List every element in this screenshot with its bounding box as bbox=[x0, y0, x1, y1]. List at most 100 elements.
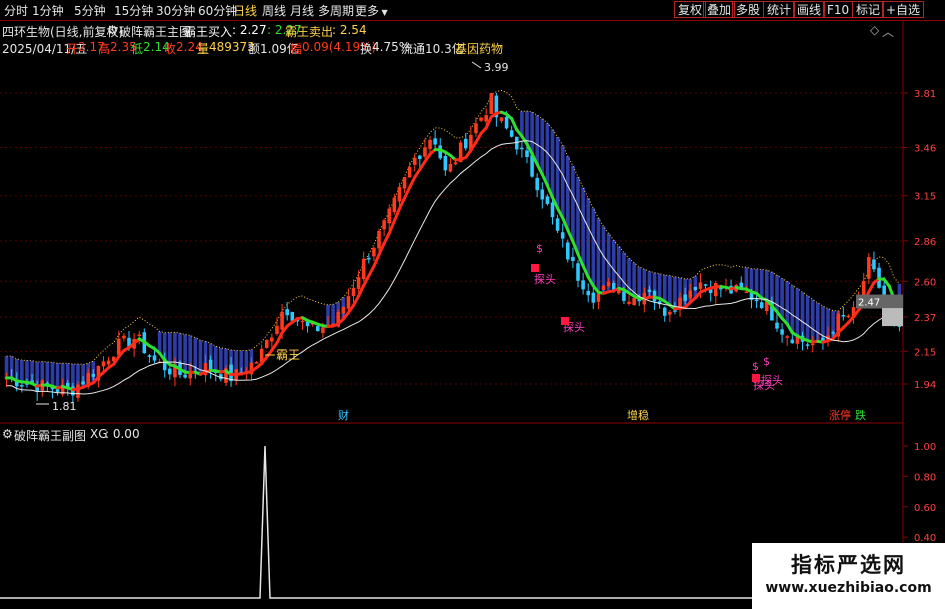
tab-1min[interactable]: 1分钟 bbox=[32, 2, 64, 19]
buy-label: 霸王买入 bbox=[184, 25, 233, 39]
candle-body bbox=[673, 310, 677, 312]
chart-canvas: 3.991.81霸王$探头探头$ $探头探头财 增稳 涨停跌 3.813.463.15… bbox=[0, 20, 936, 609]
candle-body bbox=[137, 334, 141, 337]
candle-body bbox=[489, 93, 494, 114]
candle-body bbox=[683, 294, 687, 301]
fast-ma-segment bbox=[352, 294, 361, 307]
candle-body bbox=[81, 381, 85, 385]
band-edge-line bbox=[6, 89, 900, 365]
candle-body bbox=[540, 189, 545, 200]
tab-daily[interactable]: 日线 bbox=[233, 2, 257, 19]
mark-button[interactable]: 标记 bbox=[852, 1, 885, 18]
price-tick-label: 1.94 bbox=[914, 380, 936, 391]
watermark-url: www.xuezhibiao.com bbox=[765, 580, 932, 596]
candle-body bbox=[581, 280, 585, 290]
candle-body bbox=[790, 339, 795, 344]
candle-body bbox=[407, 167, 412, 178]
candle-body bbox=[270, 337, 274, 342]
candle-body bbox=[780, 329, 784, 335]
sub-tick-label: 1.00 bbox=[914, 442, 936, 453]
draw-line-button[interactable]: 画线 bbox=[793, 1, 826, 18]
turnover-label: 换 bbox=[360, 42, 373, 56]
sub-settings-icon[interactable]: ⚙ bbox=[2, 427, 13, 441]
sub-indicator-name[interactable]: 破阵霸王副图 bbox=[14, 427, 86, 444]
candle-body bbox=[433, 138, 437, 145]
sub-tick-label: 0.60 bbox=[914, 503, 936, 514]
candle-body bbox=[662, 307, 667, 316]
candle-body bbox=[872, 259, 876, 270]
price-tick-label: 3.15 bbox=[914, 192, 936, 203]
fast-ma-segment bbox=[382, 231, 391, 245]
indicator-settings-icon[interactable]: ⚙ bbox=[107, 23, 118, 37]
tab-15min[interactable]: 15分钟 bbox=[114, 2, 153, 19]
candle-body bbox=[372, 247, 376, 257]
candle-body bbox=[122, 335, 126, 339]
tab-30min[interactable]: 30分钟 bbox=[156, 2, 195, 19]
candle-body bbox=[810, 343, 815, 346]
tab-60min[interactable]: 60分钟 bbox=[198, 2, 237, 19]
fast-ma-segment bbox=[408, 175, 417, 189]
buy-value: : 2.27 bbox=[232, 23, 267, 37]
candle-body bbox=[377, 230, 381, 249]
more-menu[interactable]: 更多 ▼ bbox=[355, 2, 388, 19]
candle-body bbox=[474, 123, 478, 134]
xg-value: : 0.00 bbox=[105, 427, 140, 441]
watermark-title: 指标严选网 bbox=[791, 553, 906, 577]
tab-multi-period[interactable]: 多周期 bbox=[318, 2, 354, 19]
tab-weekly[interactable]: 周线 bbox=[262, 2, 286, 19]
chevron-down-icon: ▼ bbox=[379, 8, 388, 17]
tantou-signal-label-4: 探头 bbox=[761, 374, 783, 387]
candle-body bbox=[361, 258, 366, 280]
sub-tick-label: 0.80 bbox=[914, 472, 936, 483]
candle-body bbox=[367, 257, 371, 260]
candle-body bbox=[55, 389, 60, 392]
price-marker-block bbox=[882, 308, 903, 327]
watermark: 指标严选网 www.xuezhibiao.com bbox=[752, 543, 945, 609]
fuquan-button[interactable]: 复权 bbox=[674, 1, 707, 18]
high-price-pointer bbox=[471, 61, 482, 69]
candle-body bbox=[841, 315, 846, 317]
multi-stock-button[interactable]: 多股 bbox=[732, 1, 765, 18]
f10-button[interactable]: F10 bbox=[823, 1, 854, 18]
sector-tag[interactable]: 基因药物 bbox=[455, 40, 503, 57]
candle-body bbox=[463, 138, 468, 149]
tab-fenshi[interactable]: 分时 bbox=[4, 2, 28, 19]
sell-value: : 2.54 bbox=[332, 23, 367, 37]
candle-body bbox=[647, 289, 652, 293]
candle-body bbox=[484, 115, 488, 122]
diamond-icon[interactable]: ◇ bbox=[870, 23, 879, 37]
toolbar: 分时 1分钟 5分钟 15分钟 30分钟 60分钟 日线 周线 月线 多周期 更… bbox=[0, 0, 945, 20]
price-tick-label: 2.37 bbox=[914, 313, 936, 324]
candle-body bbox=[571, 256, 575, 262]
candle-body bbox=[550, 202, 555, 218]
candle-body bbox=[264, 340, 269, 348]
open-label: 开 bbox=[66, 42, 79, 56]
candle-body bbox=[805, 344, 810, 346]
float-label: 流通 bbox=[401, 42, 426, 56]
price-tick-label: 3.81 bbox=[914, 89, 936, 100]
candle-body bbox=[453, 162, 458, 165]
candle-body bbox=[867, 256, 871, 279]
candle-body bbox=[397, 186, 402, 202]
tab-5min[interactable]: 5分钟 bbox=[74, 2, 106, 19]
overlay-button[interactable]: 叠加 bbox=[703, 1, 736, 18]
candle-body bbox=[479, 117, 483, 121]
candle-body bbox=[775, 322, 779, 329]
candle-body bbox=[591, 292, 596, 303]
add-watchlist-button[interactable]: +自选 bbox=[882, 1, 925, 18]
candle-body bbox=[713, 283, 718, 297]
chevron-up-icon[interactable]: ︿ bbox=[882, 23, 894, 40]
candle-body bbox=[520, 147, 524, 150]
candle-body bbox=[356, 277, 361, 289]
statistics-button[interactable]: 统计 bbox=[763, 1, 796, 18]
main-indicator-name[interactable]: 破阵霸王主图 bbox=[119, 23, 191, 40]
candle-body bbox=[566, 242, 570, 260]
low-label: 低 bbox=[131, 42, 144, 56]
toolbar-divider bbox=[0, 20, 945, 21]
candle-body bbox=[423, 147, 427, 157]
candle-body bbox=[101, 361, 106, 367]
volume-label: 量 bbox=[197, 42, 210, 56]
candle-body bbox=[91, 373, 96, 377]
candle-body bbox=[606, 281, 611, 287]
tab-monthly[interactable]: 月线 bbox=[290, 2, 314, 19]
